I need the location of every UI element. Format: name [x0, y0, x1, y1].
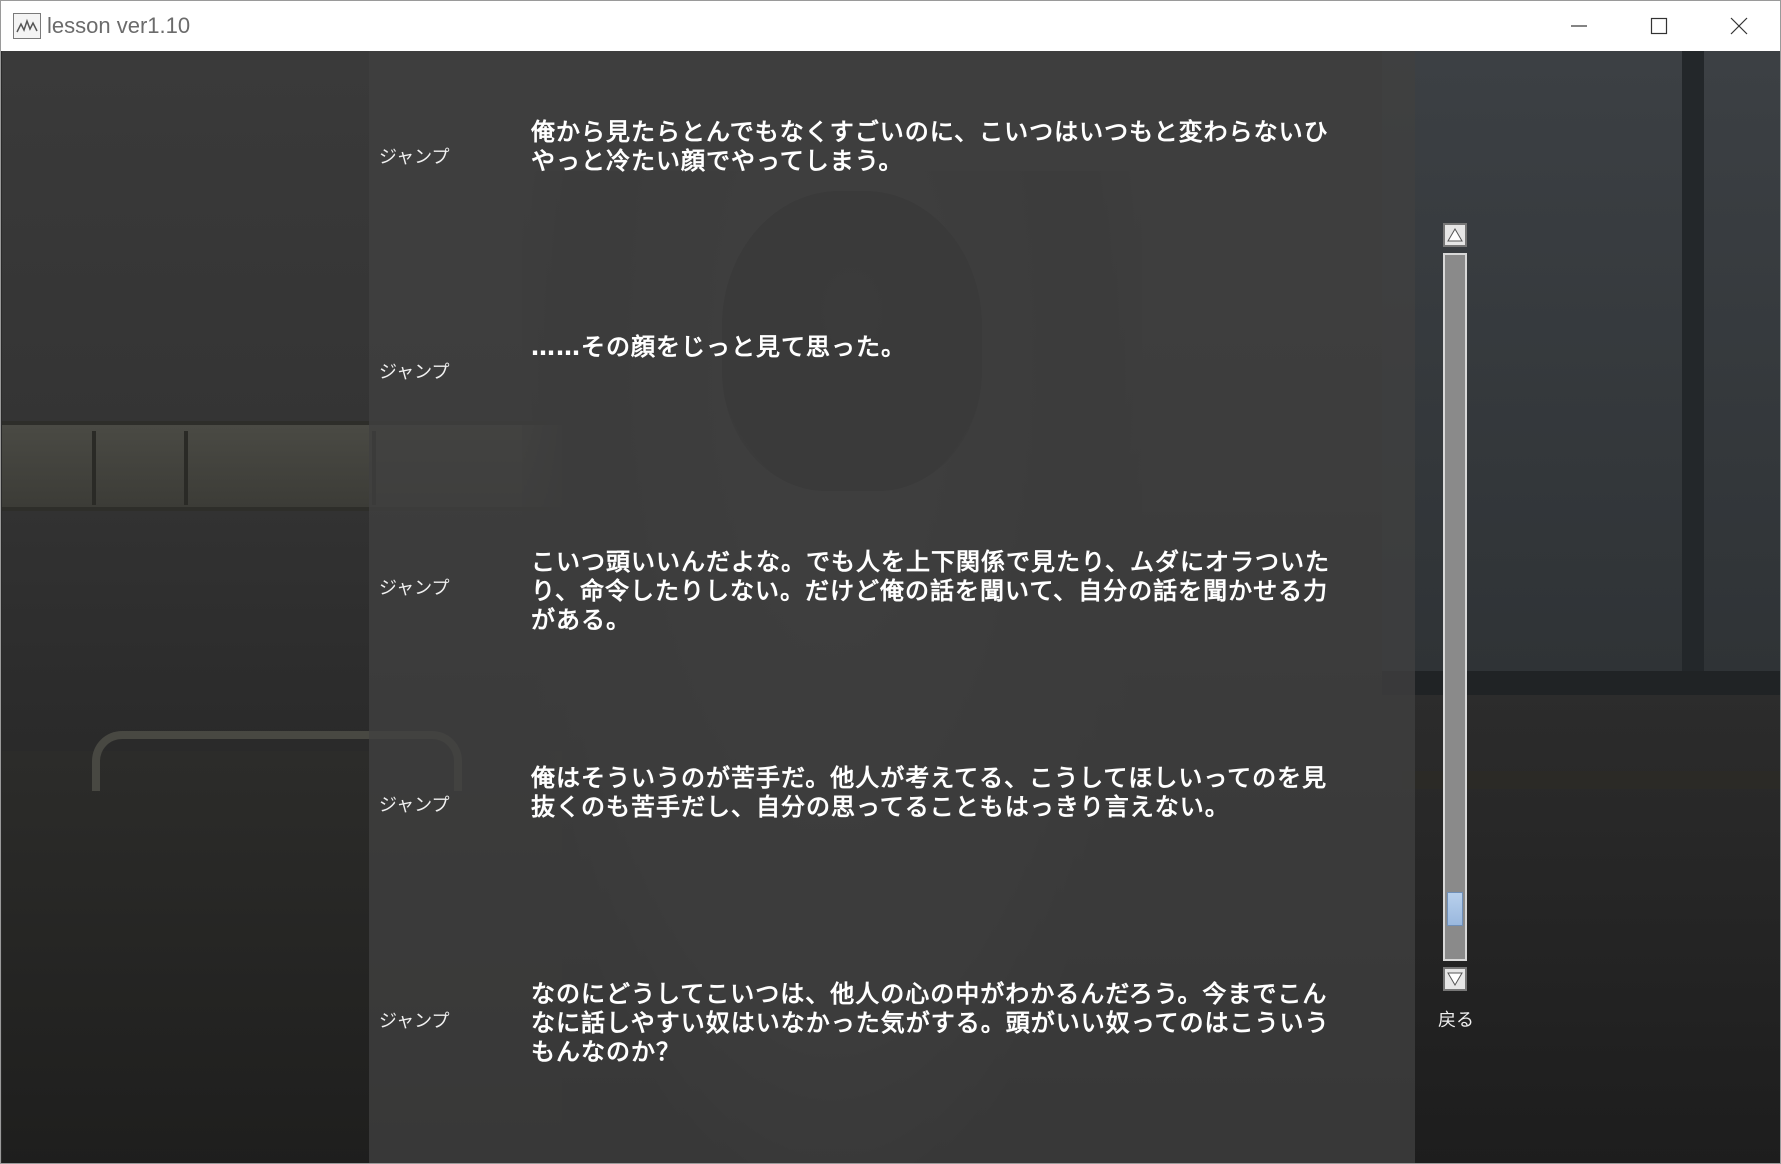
jump-button[interactable]: ジャンプ — [379, 791, 450, 817]
backlog-entry: ジャンプ こいつ頭いいんだよな。でも人を上下関係で見たり、ムダにオラついたり、命… — [369, 547, 1415, 657]
scrollbar-thumb[interactable] — [1447, 892, 1463, 926]
jump-button[interactable]: ジャンプ — [379, 358, 450, 384]
backlog-text: 俺から見たらとんでもなくすごいのに、こいつはいつもと変わらないひやっと冷たい顔で… — [531, 118, 1329, 175]
maximize-button[interactable] — [1619, 1, 1699, 51]
backlog-text: なのにどうしてこいつは、他人の心の中がわかるんだろう。今までこんなに話しやすい奴… — [531, 980, 1330, 1066]
jump-button[interactable]: ジャンプ — [379, 1007, 450, 1033]
arrow-down-icon — [1447, 972, 1463, 986]
bg-rail-segment — [92, 431, 96, 505]
backlog-text: 俺はそういうのが苦手だ。他人が考えてる、こうしてほしいってのを見抜くのも苦手だし… — [531, 764, 1328, 821]
window-title: lesson ver1.10 — [47, 13, 191, 38]
close-button[interactable] — [1699, 1, 1779, 51]
bg-window-sill — [1382, 671, 1780, 695]
back-button[interactable]: 戻る — [1431, 1006, 1481, 1032]
backlog-entry: ジャンプ ……その顔をじっと見て思った。 — [369, 331, 1415, 411]
jump-button[interactable]: ジャンプ — [379, 143, 450, 169]
bg-rail-segment — [184, 431, 188, 505]
scrollbar-track[interactable] — [1443, 253, 1467, 961]
title-bar[interactable]: lesson ver1.10 — [1, 1, 1780, 51]
bg-window-mullion — [1682, 51, 1704, 671]
scroll-down-button[interactable] — [1443, 967, 1467, 991]
backlog-text: こいつ頭いいんだよな。でも人を上下関係で見たり、ムダにオラついたり、命令したりし… — [531, 548, 1331, 634]
backlog-text: ……その顔をじっと見て思った。 — [531, 333, 906, 361]
minimize-icon — [1571, 25, 1587, 27]
arrow-up-icon — [1447, 228, 1463, 242]
backlog-entry: ジャンプ 俺から見たらとんでもなくすごいのに、こいつはいつもと変わらないひやっと… — [369, 115, 1415, 235]
minimize-button[interactable] — [1539, 1, 1619, 51]
bg-window — [1382, 51, 1780, 671]
app-icon — [13, 13, 41, 39]
close-icon — [1730, 17, 1748, 35]
backlog-entry: ジャンプ 俺はそういうのが苦手だ。他人が考えてる、こうしてほしいってのを見抜くの… — [369, 763, 1415, 873]
scroll-up-button[interactable] — [1443, 223, 1467, 247]
backlog-entry: ジャンプ なのにどうしてこいつは、他人の心の中がわかるんだろう。今までこんなに話… — [369, 979, 1415, 1089]
maximize-icon — [1650, 17, 1668, 35]
game-window: lesson ver1.10 ジャンプ 俺から見たらとんでもなくすごいのに、こい… — [0, 0, 1781, 1164]
jump-button[interactable]: ジャンプ — [379, 574, 450, 600]
